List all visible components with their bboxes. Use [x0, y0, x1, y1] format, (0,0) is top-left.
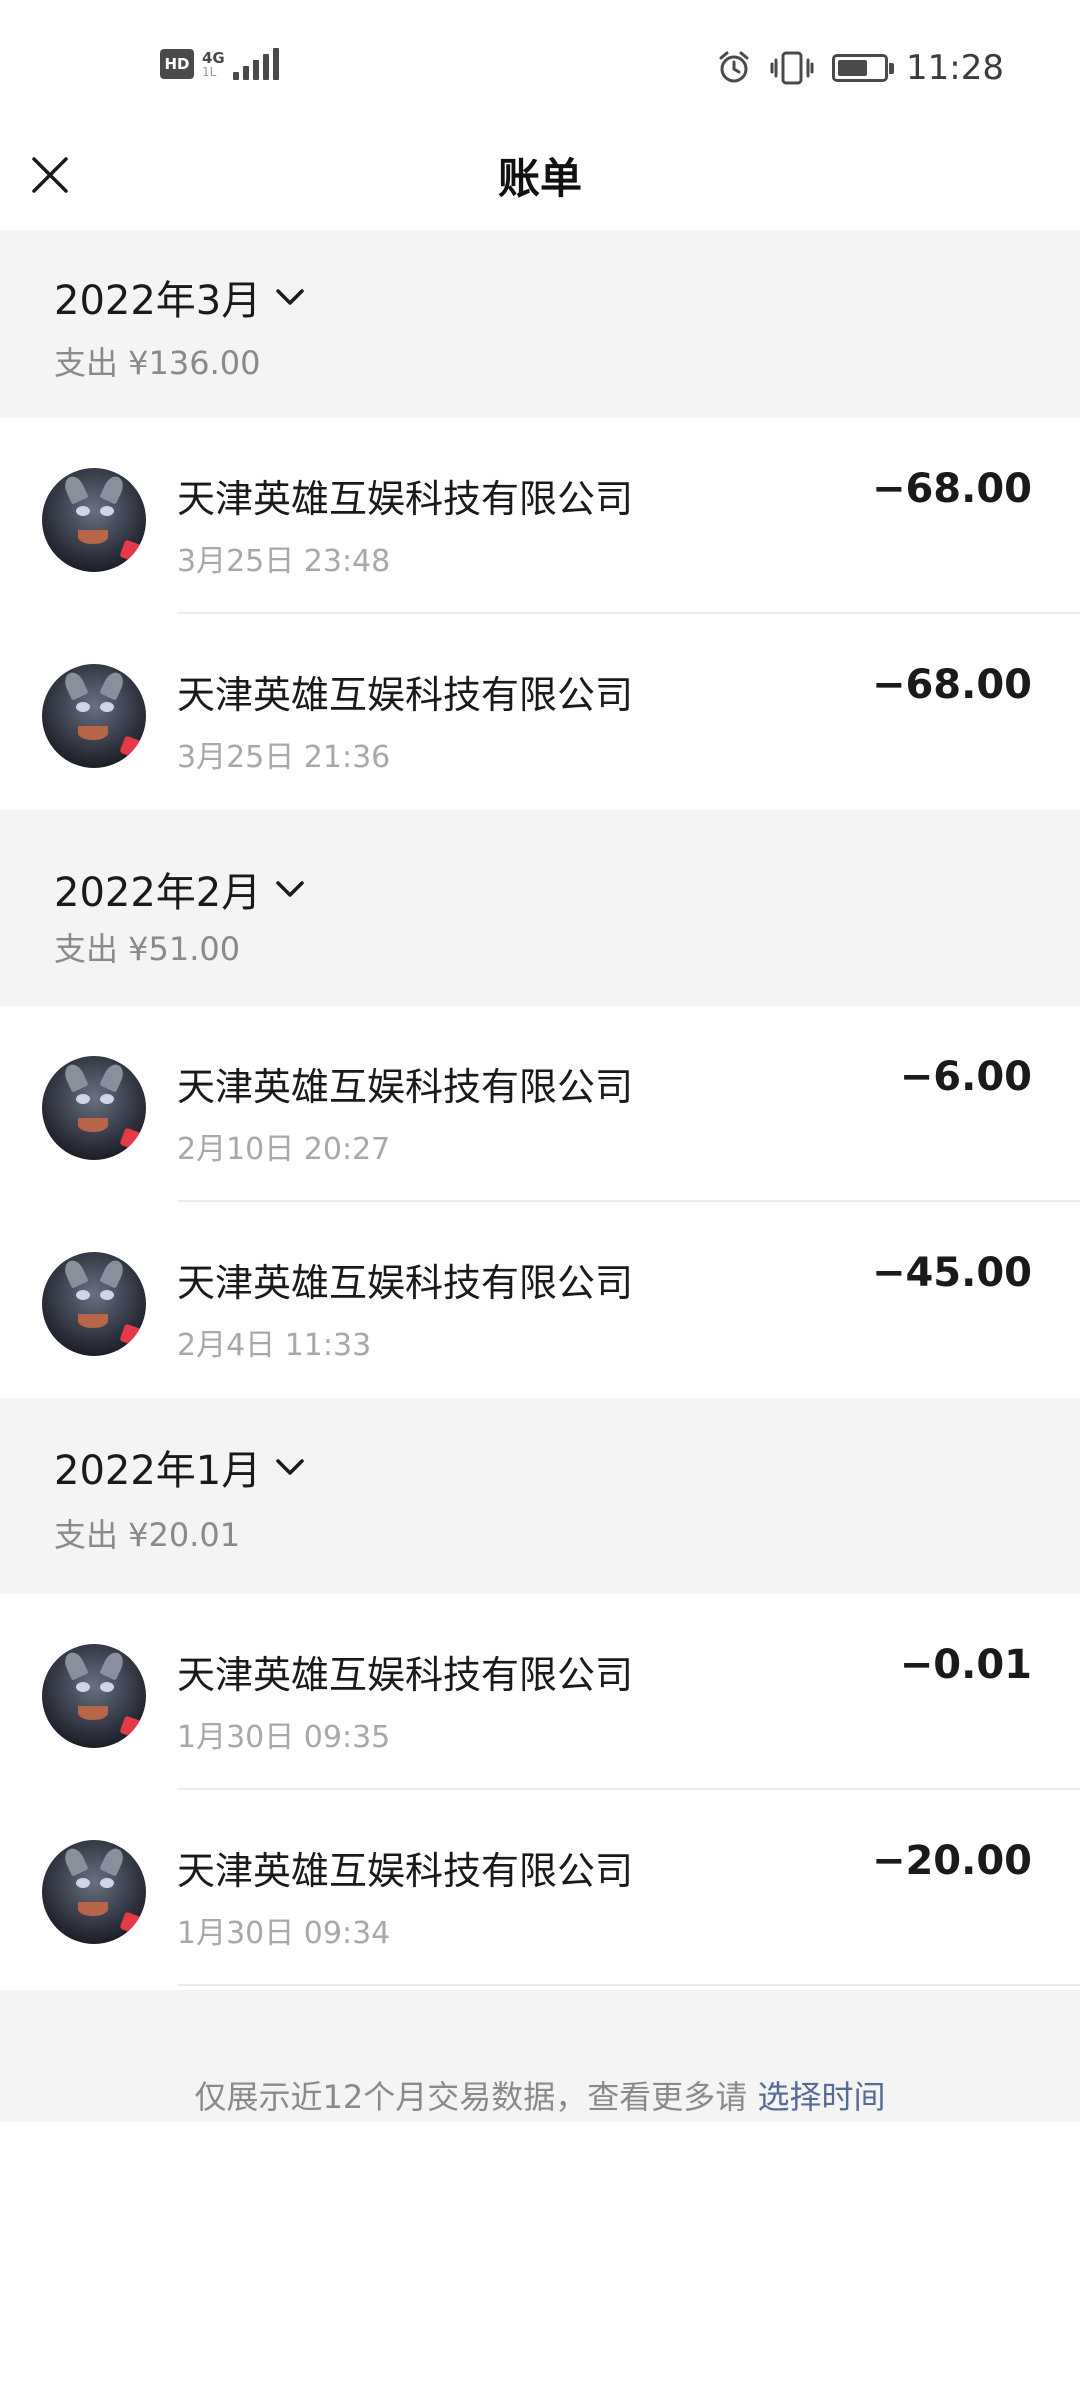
- divider: [177, 1984, 1080, 1986]
- merchant-avatar: [42, 664, 146, 768]
- status-bar-right: 11:28: [716, 48, 1004, 88]
- month-header: 2022年3月 支出 ¥136.00: [0, 230, 1080, 418]
- merchant-name: 天津英雄互娱科技有限公司: [177, 477, 634, 521]
- merchant-name: 天津英雄互娱科技有限公司: [177, 673, 634, 717]
- transaction-row[interactable]: 天津英雄互娱科技有限公司 2月10日 20:27 −6.00: [0, 1006, 1080, 1202]
- month-title: 2022年2月: [54, 870, 262, 916]
- footer-note: 仅展示近12个月交易数据，查看更多请 选择时间: [0, 2072, 1080, 2118]
- chevron-down-icon: [276, 1459, 304, 1475]
- select-time-link[interactable]: 选择时间: [757, 2078, 885, 2116]
- transaction-amount: −45.00: [871, 1250, 1032, 1296]
- transaction-time: 2月10日 20:27: [177, 1132, 391, 1167]
- month-selector[interactable]: 2022年1月: [54, 1438, 305, 1496]
- battery-icon: [832, 54, 895, 82]
- transaction-amount: −0.01: [899, 1642, 1032, 1688]
- footer: 仅展示近12个月交易数据，查看更多请 选择时间: [0, 1990, 1080, 2122]
- alarm-icon: [719, 51, 749, 83]
- transaction-time: 1月30日 09:35: [177, 1720, 391, 1755]
- signal-icon: [232, 48, 279, 80]
- hd-icon: HD: [160, 49, 194, 79]
- transaction-row[interactable]: 天津英雄互娱科技有限公司 1月30日 09:35 −0.01: [0, 1594, 1080, 1790]
- merchant-name: 天津英雄互娱科技有限公司: [177, 1849, 634, 1893]
- network-type: 4G: [202, 48, 225, 67]
- transaction-time: 2月4日 11:33: [177, 1328, 372, 1363]
- network-sub: 1L: [202, 64, 217, 79]
- month-total: 支出 ¥20.01: [54, 1516, 241, 1554]
- merchant-name: 天津英雄互娱科技有限公司: [177, 1065, 634, 1109]
- network-icon: 4G 1L: [202, 48, 225, 79]
- month-header: 2022年2月 支出 ¥51.00: [0, 810, 1080, 1006]
- transaction-amount: −68.00: [871, 466, 1032, 512]
- month-header: 2022年1月 支出 ¥20.01: [0, 1398, 1080, 1594]
- transaction-row[interactable]: 天津英雄互娱科技有限公司 2月4日 11:33 −45.00: [0, 1202, 1080, 1398]
- status-bar: HD 4G 1L 11:28: [0, 0, 1080, 135]
- merchant-avatar: [42, 468, 146, 572]
- merchant-name: 天津英雄互娱科技有限公司: [177, 1261, 634, 1305]
- month-title: 2022年1月: [54, 1448, 262, 1494]
- footer-text: 仅展示近12个月交易数据，查看更多请: [194, 2078, 758, 2116]
- transaction-amount: −6.00: [899, 1054, 1032, 1100]
- merchant-avatar: [42, 1056, 146, 1160]
- transaction-time: 3月25日 23:48: [177, 544, 391, 579]
- vibrate-icon: [770, 51, 814, 85]
- status-bar-left: HD 4G 1L: [160, 48, 279, 80]
- status-time: 11:28: [906, 48, 1004, 88]
- month-selector[interactable]: 2022年3月: [54, 268, 305, 326]
- merchant-name: 天津英雄互娱科技有限公司: [177, 1653, 634, 1697]
- transaction-row[interactable]: 天津英雄互娱科技有限公司 3月25日 21:36 −68.00: [0, 614, 1080, 810]
- transaction-time: 3月25日 21:36: [177, 740, 391, 775]
- merchant-avatar: [42, 1644, 146, 1748]
- transaction-row[interactable]: 天津英雄互娱科技有限公司 3月25日 23:48 −68.00: [0, 418, 1080, 614]
- battery-fill: [838, 60, 868, 76]
- month-total: 支出 ¥136.00: [54, 344, 261, 382]
- transaction-amount: −20.00: [871, 1838, 1032, 1884]
- merchant-avatar: [42, 1252, 146, 1356]
- month-title: 2022年3月: [54, 278, 262, 324]
- transaction-amount: −68.00: [871, 662, 1032, 708]
- month-total: 支出 ¥51.00: [54, 930, 241, 968]
- chevron-down-icon: [276, 289, 304, 305]
- nav-bar: 账单: [0, 135, 1080, 230]
- chevron-down-icon: [276, 881, 304, 897]
- page-title: 账单: [497, 154, 582, 203]
- transaction-row[interactable]: 天津英雄互娱科技有限公司 1月30日 09:34 −20.00: [0, 1790, 1080, 1986]
- transaction-time: 1月30日 09:34: [177, 1916, 391, 1951]
- month-selector[interactable]: 2022年2月: [54, 860, 305, 918]
- merchant-avatar: [42, 1840, 146, 1944]
